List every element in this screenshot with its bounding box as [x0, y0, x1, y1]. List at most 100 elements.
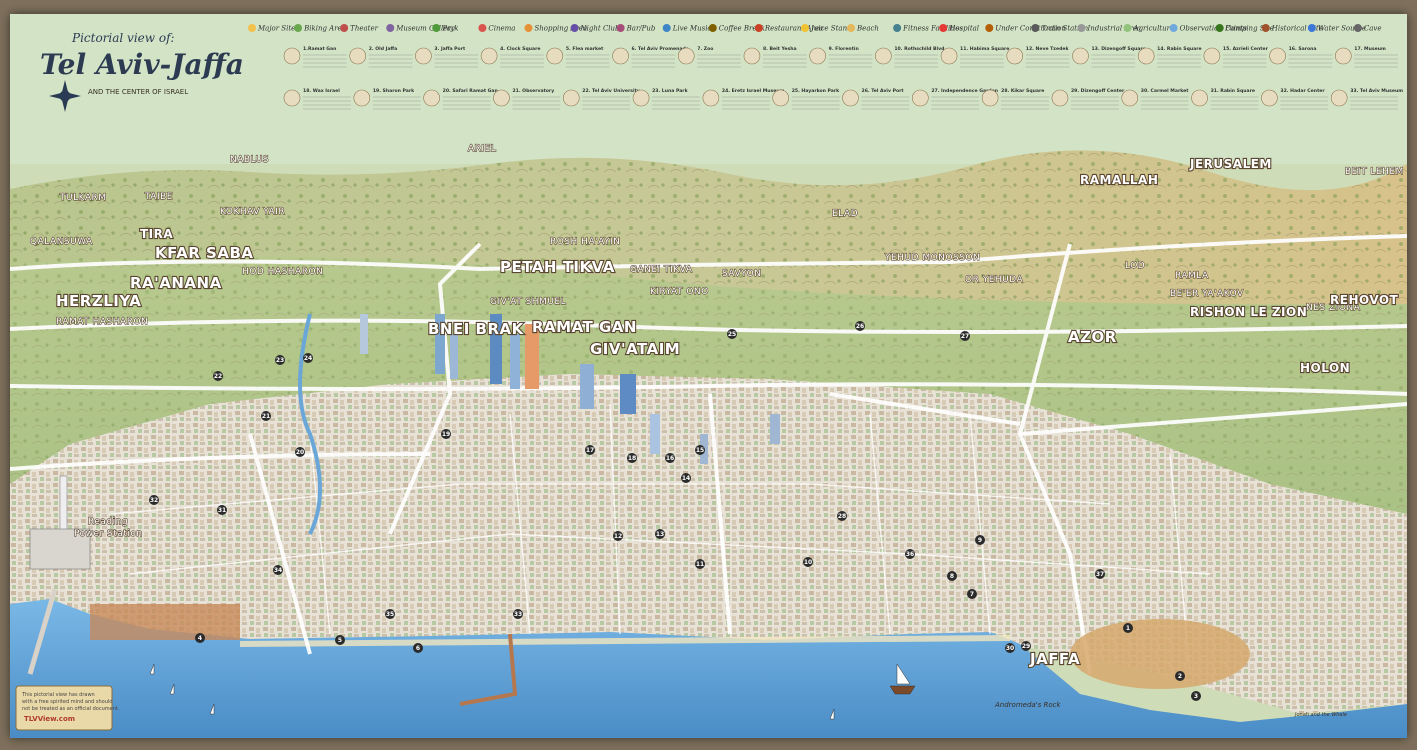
- poi-marker[interactable]: 29: [1021, 641, 1031, 651]
- legend-entry-label: 16. Sarona: [1289, 46, 1317, 52]
- poi-marker[interactable]: 7: [967, 589, 977, 599]
- legend-entry-thumbnail: [809, 47, 826, 65]
- poi-marker[interactable]: 25: [727, 329, 737, 339]
- legend-entry-thumbnail: [423, 89, 440, 107]
- poi-marker[interactable]: 22: [213, 371, 223, 381]
- poi-marker[interactable]: 11: [695, 559, 705, 569]
- poi-marker-number: 22: [214, 373, 222, 380]
- legend-category: Beach: [847, 24, 879, 33]
- legend-entry-thumbnail: [546, 47, 564, 65]
- poi-marker[interactable]: 15: [695, 445, 705, 455]
- legend-entry-thumbnail: [1051, 89, 1069, 107]
- poi-marker[interactable]: 21: [261, 411, 271, 421]
- legend-category-icon: [754, 24, 763, 32]
- poi-marker[interactable]: 16: [665, 453, 675, 463]
- poi-marker[interactable]: 10: [803, 557, 813, 567]
- tel-aviv-port: [90, 604, 240, 640]
- poi-marker[interactable]: 17: [585, 445, 595, 455]
- poi-marker[interactable]: 5: [335, 635, 345, 645]
- legend-entry-label: 15. Azrieli Center: [1223, 46, 1269, 52]
- legend-category-label: Cave: [1364, 25, 1382, 33]
- legend-entry-label: 3. Jaffa Port: [434, 46, 466, 52]
- legend-category-label: Major Site: [257, 25, 295, 33]
- label-hod-hasharon: HOD HASHARON: [242, 267, 323, 277]
- poi-marker[interactable]: 35: [385, 609, 395, 619]
- poi-marker[interactable]: 23: [275, 355, 285, 365]
- legend-entry-label: 13. Dizengoff Square: [1091, 46, 1145, 52]
- poi-marker[interactable]: 33: [513, 609, 523, 619]
- poi-marker[interactable]: 24: [303, 353, 313, 363]
- poi-marker-number: 29: [1022, 643, 1030, 650]
- disclaimer-site: TLVView.com: [24, 715, 75, 723]
- poi-marker[interactable]: 34: [273, 565, 283, 575]
- poi-marker-number: 30: [1006, 645, 1014, 652]
- poi-marker[interactable]: 12: [613, 531, 623, 541]
- pictorial-map[interactable]: Pictorial view of: Tel Aviv-Jaffa AND TH…: [10, 14, 1407, 738]
- legend-category-icon: [800, 24, 809, 32]
- legend-entry-label: 30. Carmel Market: [1141, 88, 1190, 94]
- legend-entry-label: 8. Beit Yesha: [763, 46, 797, 52]
- poi-marker[interactable]: 2: [1175, 671, 1185, 681]
- poi-marker-number: 23: [276, 357, 284, 364]
- label-qalansuwa: QALANSUWA: [30, 237, 93, 247]
- label-ramallah: RAMALLAH: [1080, 173, 1158, 187]
- title-line-1: Pictorial view of:: [71, 31, 175, 45]
- label-tulkarm: TULKARM: [59, 193, 107, 203]
- poi-marker-number: 2: [1178, 673, 1182, 680]
- legend-category-icon: [1031, 24, 1040, 32]
- legend-entry-thumbnail: [981, 89, 999, 107]
- poi-marker[interactable]: 31: [217, 505, 227, 515]
- label-herzliya: HERZLIYA: [56, 292, 141, 310]
- poi-marker-number: 20: [296, 449, 304, 456]
- poi-marker[interactable]: 6: [413, 643, 423, 653]
- poi-marker[interactable]: 32: [149, 495, 159, 505]
- poi-marker[interactable]: 9: [975, 535, 985, 545]
- poi-marker-number: 8: [950, 573, 954, 580]
- poi-marker[interactable]: 26: [855, 321, 865, 331]
- poi-marker[interactable]: 20: [295, 447, 305, 457]
- poi-marker[interactable]: 8: [947, 571, 957, 581]
- poi-marker[interactable]: 19: [441, 429, 451, 439]
- legend-category-icon: [294, 24, 303, 32]
- label-rehovot: REHOVOT: [1330, 293, 1399, 307]
- legend-category-icon: [1307, 24, 1316, 32]
- poi-marker-number: 13: [656, 531, 664, 538]
- legend-category-icon: [662, 24, 671, 32]
- poi-marker[interactable]: 4: [195, 633, 205, 643]
- poi-marker[interactable]: 18: [627, 453, 637, 463]
- legend-category: Theater: [340, 24, 379, 33]
- label-elad: ELAD: [832, 209, 858, 219]
- poi-marker[interactable]: 30: [1005, 643, 1015, 653]
- legend-category-icon: [524, 24, 533, 32]
- legend-category-label: Bar/Pub: [626, 25, 656, 33]
- legend-entry-label: 26. Tel Aviv Port: [862, 88, 905, 94]
- poi-marker[interactable]: 3: [1191, 691, 1201, 701]
- poi-marker-number: 9: [978, 537, 982, 544]
- poi-marker-number: 1: [1126, 625, 1130, 632]
- legend-entry-label: 1.Ramat Gan: [303, 46, 336, 52]
- disclaimer-line-1: This pictorial view has drawn: [21, 692, 95, 698]
- poi-marker-number: 27: [961, 333, 969, 340]
- poi-marker[interactable]: 36: [905, 549, 915, 559]
- old-jaffa: [1070, 619, 1250, 689]
- poi-marker[interactable]: 28: [837, 511, 847, 521]
- legend-category-label: Agriculture: [1133, 25, 1175, 33]
- poi-marker[interactable]: 27: [960, 331, 970, 341]
- poi-marker[interactable]: 13: [655, 529, 665, 539]
- legend-category-icon: [708, 24, 717, 32]
- legend-category-icon: [248, 24, 256, 32]
- poi-marker[interactable]: 1: [1123, 623, 1133, 633]
- poi-marker-number: 26: [856, 323, 864, 330]
- legend-entry-thumbnail: [562, 89, 580, 107]
- legend-category-icon: [1215, 24, 1224, 32]
- legend-entry-thumbnail: [1006, 47, 1024, 65]
- legend-entry-thumbnail: [1121, 89, 1139, 107]
- poi-marker[interactable]: 14: [681, 473, 691, 483]
- legend-category: Cave: [1353, 24, 1382, 33]
- legend-entry-thumbnail: [283, 47, 301, 65]
- legend-entry-thumbnail: [702, 89, 720, 107]
- legend-category-icon: [340, 24, 349, 32]
- poi-marker[interactable]: 37: [1095, 569, 1105, 579]
- legend-entry-label: 19. Sharon Park: [373, 88, 415, 94]
- label-yehud: YEHUD MONOSSON: [884, 253, 980, 263]
